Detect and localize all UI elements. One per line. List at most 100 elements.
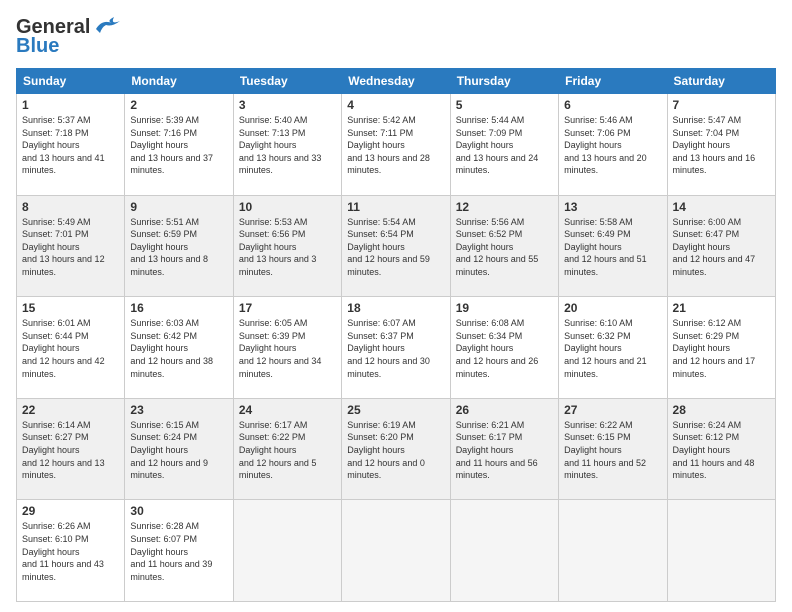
daylight-label: Daylight hours — [22, 547, 80, 557]
sunrise-label: Sunrise: 6:19 AM — [347, 420, 416, 430]
daylight-label: Daylight hours — [564, 242, 622, 252]
daylight-label: Daylight hours — [673, 242, 731, 252]
calendar-week-row: 15 Sunrise: 6:01 AM Sunset: 6:44 PM Dayl… — [17, 297, 776, 399]
day-number: 13 — [564, 200, 661, 214]
day-number: 23 — [130, 403, 227, 417]
day-info: Sunrise: 6:26 AM Sunset: 6:10 PM Dayligh… — [22, 520, 119, 583]
table-row — [559, 500, 667, 602]
table-row — [342, 500, 450, 602]
day-info: Sunrise: 6:28 AM Sunset: 6:07 PM Dayligh… — [130, 520, 227, 583]
table-row: 1 Sunrise: 5:37 AM Sunset: 7:18 PM Dayli… — [17, 94, 125, 196]
day-number: 16 — [130, 301, 227, 315]
col-wednesday: Wednesday — [342, 69, 450, 94]
sunset-label: Sunset: 6:47 PM — [673, 229, 740, 239]
daylight-duration: and 11 hours and 39 minutes. — [130, 559, 212, 582]
daylight-duration: and 11 hours and 52 minutes. — [564, 458, 646, 481]
daylight-duration: and 12 hours and 30 minutes. — [347, 356, 430, 379]
daylight-label: Daylight hours — [22, 445, 80, 455]
day-number: 18 — [347, 301, 444, 315]
day-info: Sunrise: 5:40 AM Sunset: 7:13 PM Dayligh… — [239, 114, 336, 177]
table-row: 14 Sunrise: 6:00 AM Sunset: 6:47 PM Dayl… — [667, 195, 775, 297]
daylight-duration: and 12 hours and 38 minutes. — [130, 356, 213, 379]
sunset-label: Sunset: 7:16 PM — [130, 128, 197, 138]
sunrise-label: Sunrise: 6:17 AM — [239, 420, 308, 430]
daylight-label: Daylight hours — [347, 343, 405, 353]
daylight-duration: and 13 hours and 8 minutes. — [130, 254, 208, 277]
col-sunday: Sunday — [17, 69, 125, 94]
daylight-duration: and 13 hours and 37 minutes. — [130, 153, 213, 176]
header: General Blue — [16, 16, 776, 58]
sunrise-label: Sunrise: 6:21 AM — [456, 420, 525, 430]
sunset-label: Sunset: 6:39 PM — [239, 331, 306, 341]
daylight-label: Daylight hours — [347, 242, 405, 252]
daylight-duration: and 12 hours and 5 minutes. — [239, 458, 317, 481]
daylight-duration: and 13 hours and 20 minutes. — [564, 153, 647, 176]
sunrise-label: Sunrise: 6:07 AM — [347, 318, 416, 328]
day-number: 7 — [673, 98, 770, 112]
table-row: 8 Sunrise: 5:49 AM Sunset: 7:01 PM Dayli… — [17, 195, 125, 297]
day-info: Sunrise: 6:19 AM Sunset: 6:20 PM Dayligh… — [347, 419, 444, 482]
sunrise-label: Sunrise: 6:03 AM — [130, 318, 199, 328]
table-row: 4 Sunrise: 5:42 AM Sunset: 7:11 PM Dayli… — [342, 94, 450, 196]
daylight-duration: and 12 hours and 34 minutes. — [239, 356, 322, 379]
sunset-label: Sunset: 6:49 PM — [564, 229, 631, 239]
daylight-duration: and 12 hours and 21 minutes. — [564, 356, 647, 379]
table-row — [233, 500, 341, 602]
daylight-label: Daylight hours — [673, 445, 731, 455]
table-row: 27 Sunrise: 6:22 AM Sunset: 6:15 PM Dayl… — [559, 398, 667, 500]
logo-bird-icon — [92, 15, 120, 33]
table-row: 7 Sunrise: 5:47 AM Sunset: 7:04 PM Dayli… — [667, 94, 775, 196]
table-row: 30 Sunrise: 6:28 AM Sunset: 6:07 PM Dayl… — [125, 500, 233, 602]
table-row: 28 Sunrise: 6:24 AM Sunset: 6:12 PM Dayl… — [667, 398, 775, 500]
sunset-label: Sunset: 6:42 PM — [130, 331, 197, 341]
day-number: 10 — [239, 200, 336, 214]
table-row: 25 Sunrise: 6:19 AM Sunset: 6:20 PM Dayl… — [342, 398, 450, 500]
sunrise-label: Sunrise: 5:37 AM — [22, 115, 91, 125]
sunset-label: Sunset: 7:01 PM — [22, 229, 89, 239]
daylight-label: Daylight hours — [239, 445, 297, 455]
day-number: 26 — [456, 403, 553, 417]
day-number: 25 — [347, 403, 444, 417]
day-info: Sunrise: 5:37 AM Sunset: 7:18 PM Dayligh… — [22, 114, 119, 177]
sunset-label: Sunset: 6:24 PM — [130, 432, 197, 442]
day-info: Sunrise: 5:51 AM Sunset: 6:59 PM Dayligh… — [130, 216, 227, 279]
day-info: Sunrise: 6:22 AM Sunset: 6:15 PM Dayligh… — [564, 419, 661, 482]
table-row: 16 Sunrise: 6:03 AM Sunset: 6:42 PM Dayl… — [125, 297, 233, 399]
col-monday: Monday — [125, 69, 233, 94]
daylight-label: Daylight hours — [239, 140, 297, 150]
sunset-label: Sunset: 7:06 PM — [564, 128, 631, 138]
table-row: 21 Sunrise: 6:12 AM Sunset: 6:29 PM Dayl… — [667, 297, 775, 399]
table-row: 24 Sunrise: 6:17 AM Sunset: 6:22 PM Dayl… — [233, 398, 341, 500]
daylight-label: Daylight hours — [130, 445, 188, 455]
sunrise-label: Sunrise: 6:10 AM — [564, 318, 633, 328]
daylight-label: Daylight hours — [347, 140, 405, 150]
daylight-duration: and 12 hours and 55 minutes. — [456, 254, 539, 277]
day-number: 5 — [456, 98, 553, 112]
daylight-label: Daylight hours — [456, 140, 514, 150]
sunset-label: Sunset: 6:54 PM — [347, 229, 414, 239]
sunset-label: Sunset: 6:56 PM — [239, 229, 306, 239]
daylight-label: Daylight hours — [130, 140, 188, 150]
sunrise-label: Sunrise: 6:12 AM — [673, 318, 742, 328]
day-info: Sunrise: 5:42 AM Sunset: 7:11 PM Dayligh… — [347, 114, 444, 177]
sunset-label: Sunset: 6:10 PM — [22, 534, 89, 544]
daylight-label: Daylight hours — [22, 343, 80, 353]
sunrise-label: Sunrise: 5:40 AM — [239, 115, 308, 125]
day-info: Sunrise: 6:15 AM Sunset: 6:24 PM Dayligh… — [130, 419, 227, 482]
day-info: Sunrise: 6:08 AM Sunset: 6:34 PM Dayligh… — [456, 317, 553, 380]
day-info: Sunrise: 6:14 AM Sunset: 6:27 PM Dayligh… — [22, 419, 119, 482]
daylight-duration: and 12 hours and 47 minutes. — [673, 254, 756, 277]
daylight-duration: and 13 hours and 28 minutes. — [347, 153, 430, 176]
sunset-label: Sunset: 6:59 PM — [130, 229, 197, 239]
sunset-label: Sunset: 6:27 PM — [22, 432, 89, 442]
table-row: 22 Sunrise: 6:14 AM Sunset: 6:27 PM Dayl… — [17, 398, 125, 500]
calendar-table: Sunday Monday Tuesday Wednesday Thursday… — [16, 68, 776, 602]
sunset-label: Sunset: 7:04 PM — [673, 128, 740, 138]
table-row: 2 Sunrise: 5:39 AM Sunset: 7:16 PM Dayli… — [125, 94, 233, 196]
table-row — [450, 500, 558, 602]
daylight-duration: and 13 hours and 12 minutes. — [22, 254, 105, 277]
calendar-week-row: 8 Sunrise: 5:49 AM Sunset: 7:01 PM Dayli… — [17, 195, 776, 297]
daylight-duration: and 13 hours and 41 minutes. — [22, 153, 105, 176]
day-info: Sunrise: 6:24 AM Sunset: 6:12 PM Dayligh… — [673, 419, 770, 482]
sunset-label: Sunset: 6:32 PM — [564, 331, 631, 341]
